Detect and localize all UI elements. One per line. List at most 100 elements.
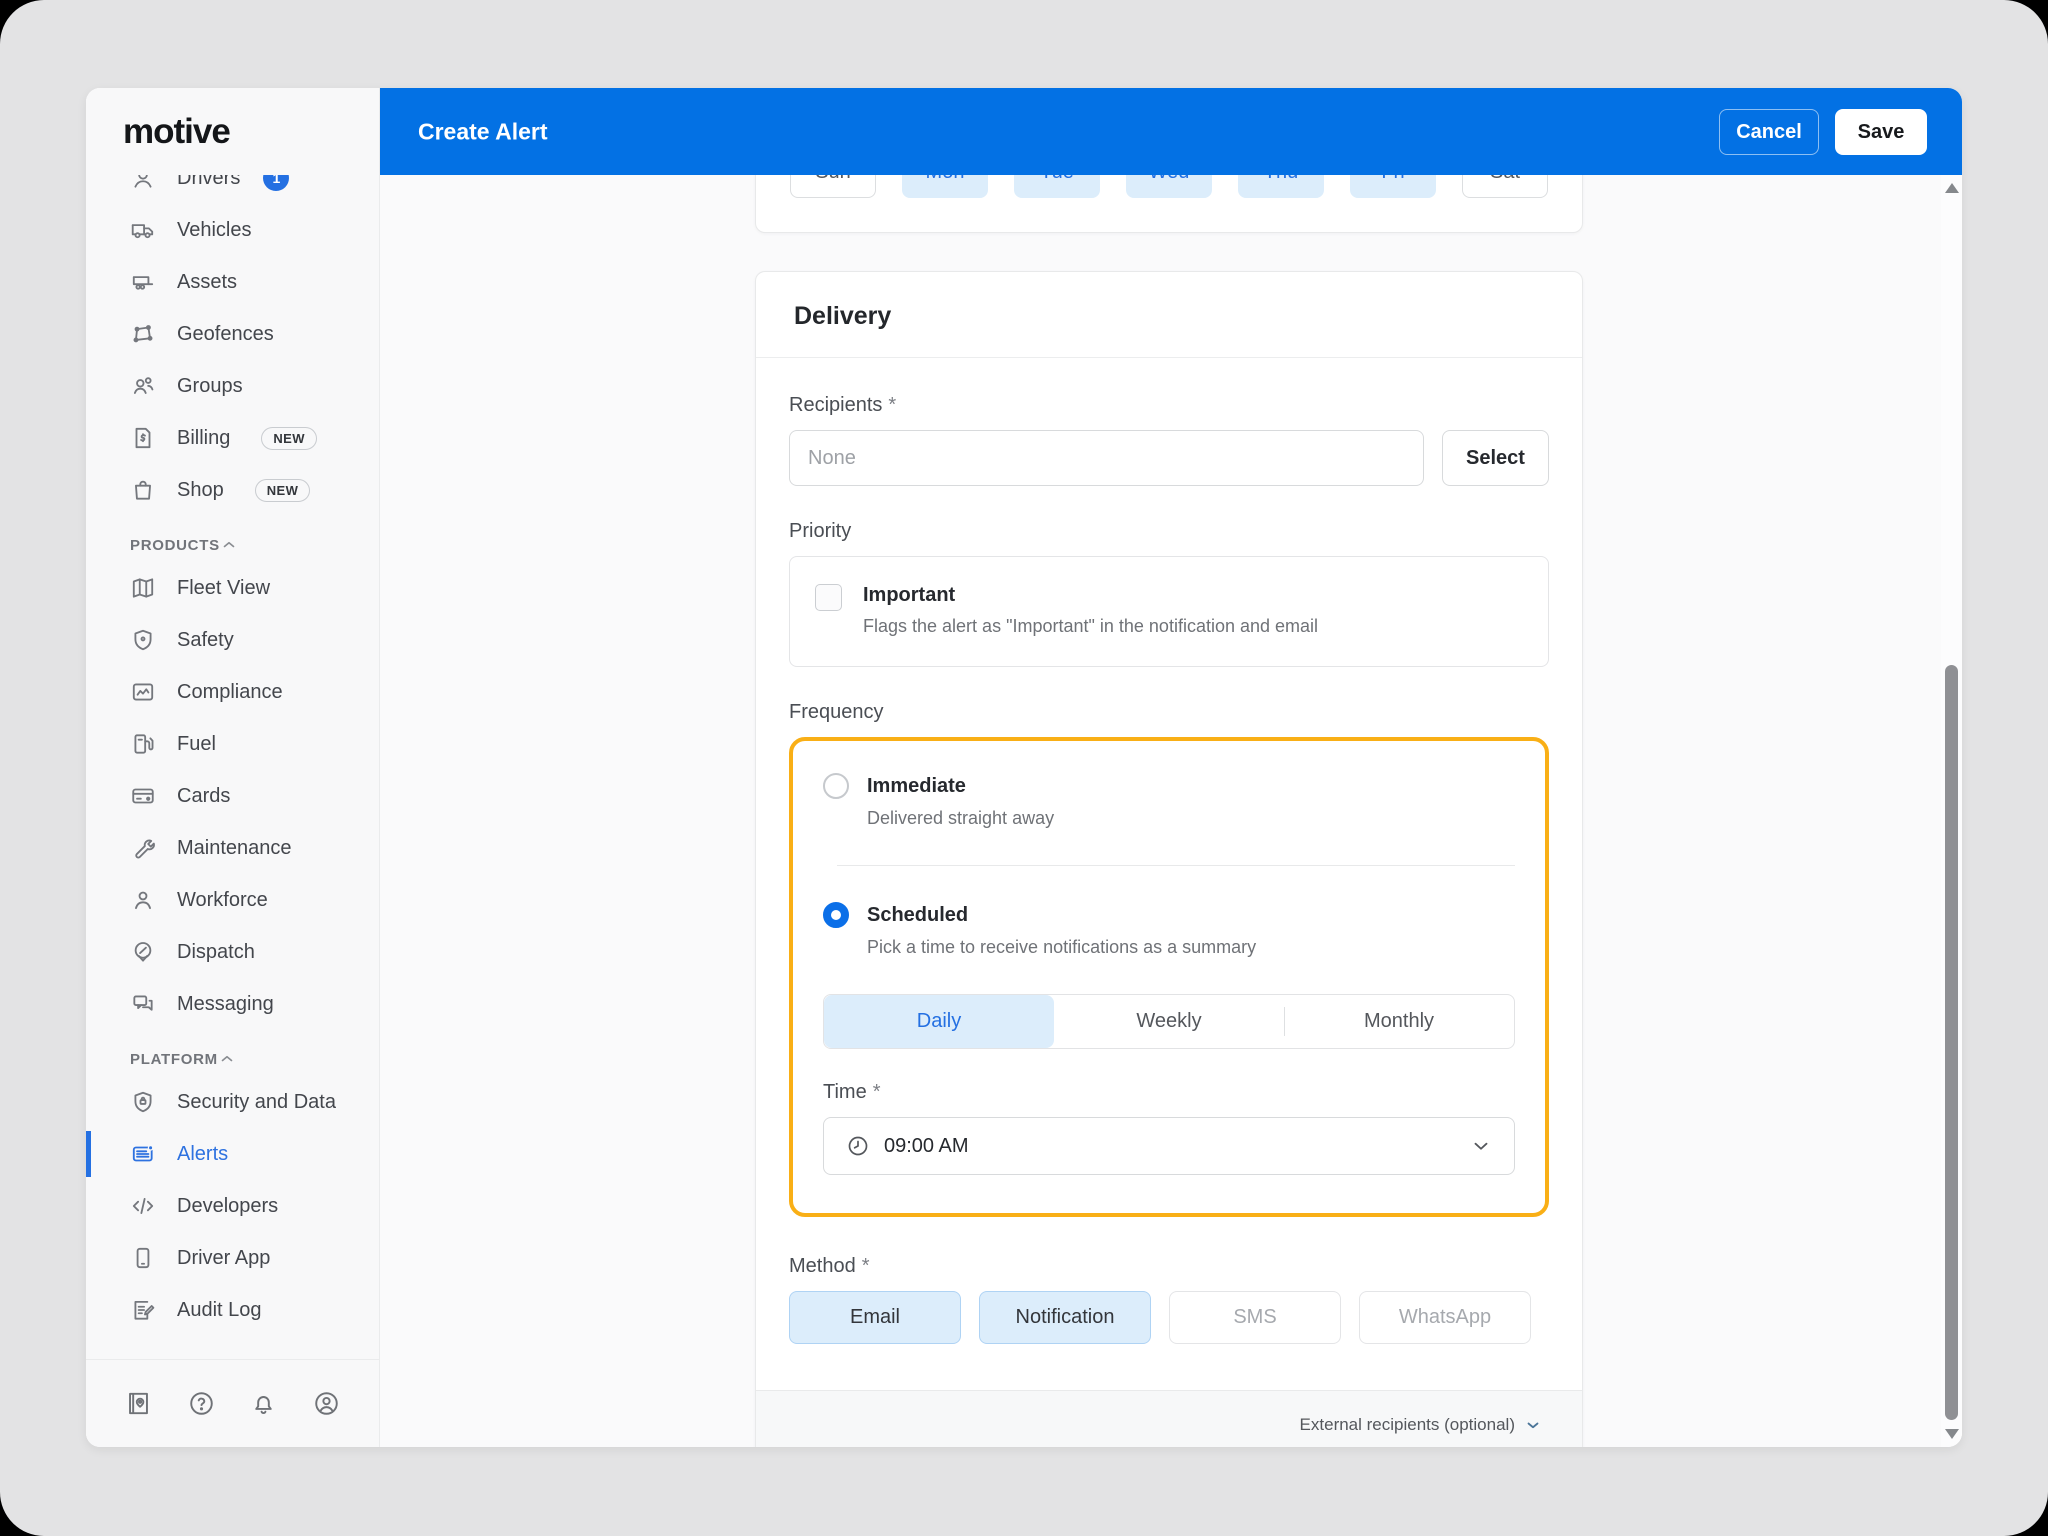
recipients-label: Recipients* xyxy=(789,394,1549,417)
scheduled-title: Scheduled xyxy=(867,904,968,927)
sidebar-item-shop[interactable]: Shop NEW xyxy=(86,464,379,516)
delivery-card: Delivery Recipients* Select Priority Imp… xyxy=(755,271,1583,1447)
schedule-interval-tabs: Daily Weekly Monthly xyxy=(823,994,1515,1049)
day-button-mon[interactable]: Mon xyxy=(902,175,988,198)
scrollbar[interactable] xyxy=(1941,175,1962,1447)
sidebar-item-fuel[interactable]: Fuel xyxy=(86,718,379,770)
immediate-radio[interactable] xyxy=(823,773,849,799)
help-icon[interactable] xyxy=(187,1389,216,1418)
sidebar-item-developers[interactable]: Developers xyxy=(86,1180,379,1232)
method-notification-button[interactable]: Notification xyxy=(979,1291,1151,1344)
time-value: 09:00 AM xyxy=(884,1135,969,1158)
section-label: PRODUCTS xyxy=(130,537,220,554)
priority-label: Priority xyxy=(789,520,1549,543)
sidebar-item-cards[interactable]: Cards xyxy=(86,770,379,822)
day-button-sat[interactable]: Sat xyxy=(1462,175,1548,198)
sidebar-item-maintenance[interactable]: Maintenance xyxy=(86,822,379,874)
tab-weekly[interactable]: Weekly xyxy=(1054,995,1284,1048)
audit-log-icon xyxy=(130,1297,156,1323)
sidebar-section-platform[interactable]: PLATFORM xyxy=(86,1042,379,1076)
divider xyxy=(837,865,1515,866)
day-button-tue[interactable]: Tue xyxy=(1014,175,1100,198)
shield-icon xyxy=(130,627,156,653)
sidebar-item-label: Security and Data xyxy=(177,1091,336,1114)
method-email-button[interactable]: Email xyxy=(789,1291,961,1344)
time-select[interactable]: 09:00 AM xyxy=(823,1117,1515,1175)
map-icon xyxy=(130,575,156,601)
page-title: Create Alert xyxy=(418,118,548,145)
new-badge: NEW xyxy=(255,479,311,502)
immediate-option[interactable]: Immediate xyxy=(823,773,1515,799)
sidebar-item-assets[interactable]: Assets xyxy=(86,256,379,308)
priority-option-box: Important Flags the alert as "Important"… xyxy=(789,556,1549,667)
sidebar-item-driver-app[interactable]: Driver App xyxy=(86,1232,379,1284)
sidebar-item-groups[interactable]: Groups xyxy=(86,360,379,412)
chevron-up-icon[interactable] xyxy=(220,536,238,554)
groups-icon xyxy=(130,373,156,399)
recipients-input[interactable] xyxy=(789,430,1424,486)
dispatch-pin-icon xyxy=(130,939,156,965)
bell-icon[interactable] xyxy=(249,1389,278,1418)
sidebar-item-label: Compliance xyxy=(177,681,283,704)
geofence-icon xyxy=(130,321,156,347)
sidebar-item-billing[interactable]: Billing NEW xyxy=(86,412,379,464)
tab-daily[interactable]: Daily xyxy=(824,995,1054,1048)
sidebar-item-audit-log[interactable]: Audit Log xyxy=(86,1284,379,1336)
sidebar-item-fleet-view[interactable]: Fleet View xyxy=(86,562,379,614)
motive-logo: motive xyxy=(123,112,230,152)
new-badge: NEW xyxy=(261,427,317,450)
sidebar-item-label: Workforce xyxy=(177,889,268,912)
sidebar-item-label: Fuel xyxy=(177,733,216,756)
shop-bag-icon xyxy=(130,477,156,503)
external-recipients-toggle[interactable]: External recipients (optional) xyxy=(756,1390,1582,1447)
fuel-pump-icon xyxy=(130,731,156,757)
time-label: Time* xyxy=(823,1081,1515,1104)
sidebar-item-dispatch[interactable]: Dispatch xyxy=(86,926,379,978)
delivery-card-title: Delivery xyxy=(756,272,1582,358)
scrollbar-thumb[interactable] xyxy=(1945,665,1958,1420)
external-recipients-label: External recipients (optional) xyxy=(1300,1415,1515,1435)
directory-icon[interactable] xyxy=(124,1389,153,1418)
sidebar-item-alerts[interactable]: Alerts xyxy=(86,1128,379,1180)
scheduled-option[interactable]: Scheduled xyxy=(823,902,1515,928)
sidebar-item-label: Assets xyxy=(177,271,237,294)
topbar: Create Alert Cancel Save xyxy=(380,88,1962,175)
method-whatsapp-button[interactable]: WhatsApp xyxy=(1359,1291,1531,1344)
sidebar-item-geofences[interactable]: Geofences xyxy=(86,308,379,360)
scroll-up-arrow[interactable] xyxy=(1945,183,1959,193)
sidebar-item-security-and-data[interactable]: Security and Data xyxy=(86,1076,379,1128)
sidebar-item-label: Messaging xyxy=(177,993,274,1016)
day-button-wed[interactable]: Wed xyxy=(1126,175,1212,198)
frequency-label: Frequency xyxy=(789,701,1549,724)
day-button-sun[interactable]: Sun xyxy=(790,175,876,198)
chevron-up-icon[interactable] xyxy=(218,1050,236,1068)
frequency-highlight-box: Immediate Delivered straight away Schedu… xyxy=(789,737,1549,1217)
sidebar-item-label: Safety xyxy=(177,629,234,652)
required-asterisk: * xyxy=(862,1255,870,1277)
immediate-title: Immediate xyxy=(867,775,966,798)
wrench-icon xyxy=(130,835,156,861)
tab-monthly[interactable]: Monthly xyxy=(1284,995,1514,1048)
important-checkbox[interactable] xyxy=(815,584,842,611)
select-recipients-button[interactable]: Select xyxy=(1442,430,1549,486)
account-icon[interactable] xyxy=(312,1389,341,1418)
sidebar-item-safety[interactable]: Safety xyxy=(86,614,379,666)
important-description: Flags the alert as "Important" in the no… xyxy=(863,616,1318,637)
alerts-icon xyxy=(130,1141,156,1167)
section-label: PLATFORM xyxy=(130,1051,218,1068)
sidebar-item-workforce[interactable]: Workforce xyxy=(86,874,379,926)
sidebar-item-label: Dispatch xyxy=(177,941,255,964)
clock-icon xyxy=(846,1134,870,1158)
day-button-fri[interactable]: Fri xyxy=(1350,175,1436,198)
method-sms-button[interactable]: SMS xyxy=(1169,1291,1341,1344)
cancel-button[interactable]: Cancel xyxy=(1719,109,1819,155)
sidebar-item-vehicles[interactable]: Vehicles xyxy=(86,204,379,256)
sidebar-item-messaging[interactable]: Messaging xyxy=(86,978,379,1030)
scroll-down-arrow[interactable] xyxy=(1945,1429,1959,1439)
scheduled-radio[interactable] xyxy=(823,902,849,928)
sidebar-item-compliance[interactable]: Compliance xyxy=(86,666,379,718)
sidebar-item-label: Groups xyxy=(177,375,243,398)
day-button-thu[interactable]: Thu xyxy=(1238,175,1324,198)
save-button[interactable]: Save xyxy=(1835,109,1927,155)
sidebar-section-products[interactable]: PRODUCTS xyxy=(86,528,379,562)
